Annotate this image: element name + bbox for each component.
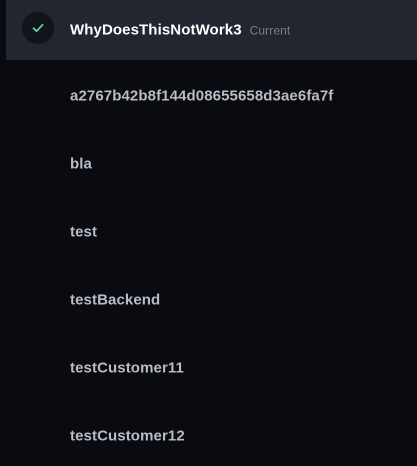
workspace-name: testCustomer11 — [70, 359, 184, 377]
workspace-name: a2767b42b8f144d08655658d3ae6fa7f — [70, 87, 334, 105]
workspace-name: test — [70, 223, 98, 241]
current-badge: Current — [249, 23, 291, 38]
check-icon — [32, 23, 44, 33]
workspace-item-current[interactable]: WhyDoesThisNotWork3 Current — [6, 0, 417, 60]
workspace-name: testBackend — [70, 291, 161, 309]
workspace-item[interactable]: test — [6, 202, 417, 262]
workspace-name: bla — [70, 155, 92, 173]
workspace-item[interactable]: a2767b42b8f144d08655658d3ae6fa7f — [6, 66, 417, 126]
workspace-item[interactable]: testCustomer11 — [6, 338, 417, 398]
workspace-name: testCustomer12 — [70, 427, 185, 445]
workspace-name-text: WhyDoesThisNotWork3 — [70, 21, 242, 39]
workspace-name: WhyDoesThisNotWork3 Current — [70, 22, 290, 39]
workspace-item[interactable]: testBackend — [6, 270, 417, 330]
workspace-item[interactable]: testCustomer12 — [6, 406, 417, 466]
workspace-list: WhyDoesThisNotWork3 Current a2767b42b8f14… — [0, 0, 417, 460]
workspace-item[interactable]: bla — [6, 134, 417, 194]
selected-indicator — [22, 12, 54, 44]
